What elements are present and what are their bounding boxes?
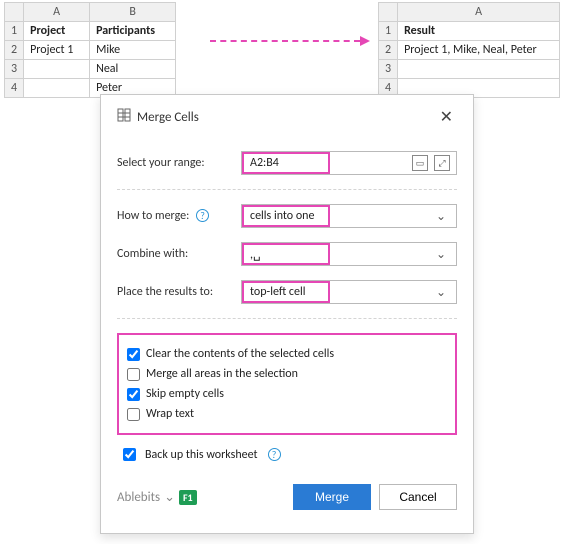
how-to-merge-select[interactable]: cells into one ⌄ [241,204,457,228]
help-icon[interactable]: ? [196,209,209,222]
col-header[interactable]: A [398,3,560,22]
combine-with-label: Combine with: [117,247,241,261]
checkbox-input[interactable] [127,408,140,421]
cell[interactable]: Project [24,22,90,41]
cell[interactable] [398,60,560,79]
row-header[interactable]: 3 [5,60,24,79]
checkbox-label: Wrap text [146,407,194,421]
corner-cell [5,3,24,22]
cell[interactable]: Project 1 [24,41,90,60]
dialog-title: Merge Cells [137,110,199,125]
row-header[interactable]: 1 [5,22,24,41]
checkbox-input[interactable] [127,348,140,361]
combine-with-select[interactable]: ,␣ ⌄ [241,242,457,266]
range-input[interactable]: A2:B4 ▭ ⤢ [241,151,457,175]
range-value[interactable]: A2:B4 [242,152,330,174]
cell[interactable] [24,60,90,79]
chevron-down-icon: ⌄ [432,285,450,300]
chevron-down-icon: ⌄ [432,209,450,224]
cell[interactable]: Neal [90,60,176,79]
checkbox-input[interactable] [127,368,140,381]
clear-contents-checkbox[interactable]: Clear the contents of the selected cells [127,347,447,361]
chevron-down-icon: ⌄ [432,247,450,262]
source-sheet: A B 1 Project Participants 2 Project 1 M… [4,2,176,98]
merge-cells-dialog: Merge Cells ✕ Select your range: A2:B4 ▭… [100,94,474,534]
row-header[interactable]: 2 [379,41,398,60]
close-icon[interactable]: ✕ [436,107,457,127]
cell[interactable] [24,79,90,98]
place-results-value: top-left cell [242,281,330,303]
checkbox-label: Skip empty cells [146,387,224,401]
brand-link[interactable]: Ablebits ⌄ F1 [117,490,197,505]
row-header[interactable]: 1 [379,22,398,41]
how-to-merge-label: How to merge: ? [117,209,241,223]
separator [117,318,457,319]
checkbox-label: Merge all areas in the selection [146,367,298,381]
combine-with-value: ,␣ [242,243,330,265]
place-results-label: Place the results to: [117,285,241,299]
cell[interactable]: Mike [90,41,176,60]
skip-empty-checkbox[interactable]: Skip empty cells [127,387,447,401]
checkbox-label: Clear the contents of the selected cells [146,347,334,361]
place-results-select[interactable]: top-left cell ⌄ [241,280,457,304]
merge-cells-icon [117,108,131,126]
range-label: Select your range: [117,156,241,170]
help-icon[interactable]: ? [268,448,281,461]
row-header[interactable]: 3 [379,60,398,79]
collapse-range-icon[interactable]: ▭ [412,155,428,171]
cell[interactable]: Project 1, Mike, Neal, Peter [398,41,560,60]
checkbox-label: Back up this worksheet [145,448,258,462]
expand-range-icon[interactable]: ⤢ [434,155,450,171]
result-sheet: A 1 Result 2 Project 1, Mike, Neal, Pete… [378,2,560,98]
arrow-icon [210,40,360,42]
cancel-button[interactable]: Cancel [379,484,457,510]
brand-name: Ablebits [117,490,160,505]
merge-areas-checkbox[interactable]: Merge all areas in the selection [127,367,447,381]
separator [117,189,457,190]
cell[interactable]: Result [398,22,560,41]
wrap-text-checkbox[interactable]: Wrap text [127,407,447,421]
row-header[interactable]: 4 [5,79,24,98]
col-header[interactable]: A [24,3,90,22]
col-header[interactable]: B [90,3,176,22]
row-header[interactable]: 2 [5,41,24,60]
how-to-merge-value: cells into one [242,205,330,227]
corner-cell [379,3,398,22]
backup-checkbox[interactable]: Back up this worksheet ? [119,445,457,464]
help-badge[interactable]: F1 [179,490,197,505]
options-group: Clear the contents of the selected cells… [117,333,457,435]
checkbox-input[interactable] [123,448,136,461]
cell[interactable]: Participants [90,22,176,41]
chevron-down-icon: ⌄ [164,490,175,505]
checkbox-input[interactable] [127,388,140,401]
merge-button[interactable]: Merge [293,484,371,510]
